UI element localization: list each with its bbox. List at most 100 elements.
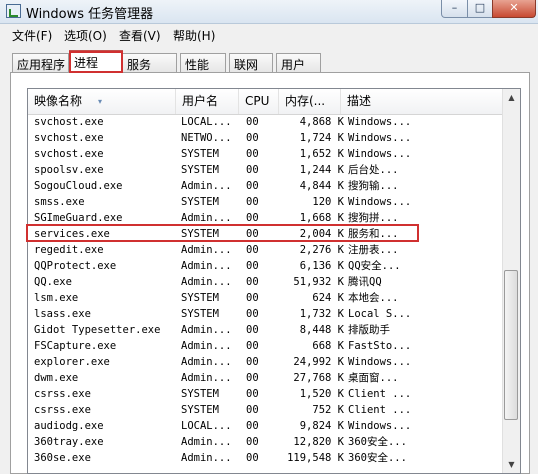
title-bar[interactable]: Windows 任务管理器 – □ ✕	[0, 0, 538, 24]
cell-user-name: Admin...	[181, 356, 232, 368]
cell-memory: 1,732 K	[299, 308, 344, 320]
table-row[interactable]: csrss.exe SYSTEM 00 752 K Client ...	[28, 402, 503, 418]
table-row[interactable]: FSCapture.exe Admin... 00 668 K FastSto...	[28, 338, 503, 354]
column-memory[interactable]: 内存(...	[279, 89, 341, 114]
vertical-scrollbar[interactable]: ▲ ▼	[502, 89, 520, 473]
table-row[interactable]: svchost.exe NETWO... 00 1,724 K Windows...	[28, 130, 503, 146]
cell-cpu: 00	[246, 196, 259, 208]
cell-description: Windows...	[348, 420, 412, 432]
cell-image-name: svchost.exe	[34, 132, 104, 144]
column-user-name[interactable]: 用户名	[176, 89, 239, 114]
cell-cpu: 00	[246, 356, 259, 368]
cell-image-name: 360tray.exe	[34, 436, 104, 448]
cell-memory: 27,768 K	[293, 372, 344, 384]
cell-image-name: 360se.exe	[34, 452, 91, 464]
active-tab-highlight	[69, 51, 123, 73]
window-title: Windows 任务管理器	[26, 7, 154, 22]
cell-image-name: SogouCloud.exe	[34, 180, 123, 192]
table-row[interactable]: smss.exe SYSTEM 00 120 K Windows...	[28, 194, 503, 210]
column-image-name[interactable]: 映像名称 ▾	[28, 89, 176, 114]
process-rows: svchost.exe LOCAL... 00 4,868 K Windows... sv…	[28, 114, 503, 466]
minimize-button[interactable]: –	[441, 0, 468, 18]
tab-applications[interactable]: 应用程序	[12, 53, 69, 72]
table-row[interactable]: lsass.exe SYSTEM 00 1,732 K Local S...	[28, 306, 503, 322]
menu-view[interactable]: 查看(V)	[119, 27, 161, 44]
cell-cpu: 00	[246, 260, 259, 272]
cell-description: Windows...	[348, 132, 412, 144]
menu-help[interactable]: 帮助(H)	[173, 27, 215, 44]
table-row[interactable]: QQ.exe Admin... 00 51,932 K 腾讯QQ	[28, 274, 503, 290]
table-row[interactable]: SogouCloud.exe Admin... 00 4,844 K 搜狗输...	[28, 178, 503, 194]
cell-user-name: Admin...	[181, 436, 232, 448]
cell-memory: 668 K	[312, 340, 344, 352]
cell-description: 排版助手	[348, 324, 390, 336]
table-row[interactable]: svchost.exe LOCAL... 00 4,868 K Windows...	[28, 114, 503, 130]
selected-row-highlight	[26, 224, 419, 242]
cell-user-name: SYSTEM	[181, 164, 219, 176]
cell-cpu: 00	[246, 292, 259, 304]
cell-user-name: Admin...	[181, 276, 232, 288]
table-row[interactable]: regedit.exe Admin... 00 2,276 K 注册表...	[28, 242, 503, 258]
cell-image-name: lsm.exe	[34, 292, 79, 304]
cell-memory: 9,824 K	[299, 420, 344, 432]
cell-image-name: regedit.exe	[34, 244, 104, 256]
table-row[interactable]: spoolsv.exe SYSTEM 00 1,244 K 后台处...	[28, 162, 503, 178]
cell-image-name: explorer.exe	[34, 356, 110, 368]
cell-image-name: csrss.exe	[34, 388, 91, 400]
close-button[interactable]: ✕	[492, 0, 536, 18]
cell-cpu: 00	[246, 340, 259, 352]
cell-description: 360安全...	[348, 436, 407, 448]
table-row[interactable]: audiodg.exe LOCAL... 00 9,824 K Windows...	[28, 418, 503, 434]
tab-performance[interactable]: 性能	[180, 53, 226, 72]
scroll-thumb[interactable]	[504, 270, 518, 420]
cell-description: FastSto...	[348, 340, 412, 352]
menu-file[interactable]: 文件(F)	[12, 27, 52, 44]
column-cpu[interactable]: CPU	[239, 89, 279, 114]
cell-memory: 4,868 K	[299, 116, 344, 128]
cell-cpu: 00	[246, 388, 259, 400]
cell-cpu: 00	[246, 180, 259, 192]
table-row[interactable]: svchost.exe SYSTEM 00 1,652 K Windows...	[28, 146, 503, 162]
table-row[interactable]: 360se.exe Admin... 00 119,548 K 360安全...	[28, 450, 503, 466]
column-header: 映像名称 ▾ 用户名 CPU 内存(... 描述	[28, 89, 503, 115]
tab-services[interactable]: 服务	[122, 53, 177, 72]
cell-memory: 51,932 K	[293, 276, 344, 288]
table-row[interactable]: lsm.exe SYSTEM 00 624 K 本地会...	[28, 290, 503, 306]
scroll-down-arrow-icon[interactable]: ▼	[503, 456, 520, 473]
cell-memory: 119,548 K	[287, 452, 344, 464]
cell-user-name: SYSTEM	[181, 308, 219, 320]
cell-description: 注册表...	[348, 244, 399, 256]
menu-bar: 文件(F) 选项(O) 查看(V) 帮助(H)	[0, 24, 538, 44]
cell-memory: 8,448 K	[299, 324, 344, 336]
tab-users[interactable]: 用户	[276, 53, 321, 72]
cell-image-name: csrss.exe	[34, 404, 91, 416]
cell-cpu: 00	[246, 436, 259, 448]
cell-user-name: Admin...	[181, 260, 232, 272]
maximize-button[interactable]: □	[467, 0, 493, 18]
scroll-up-arrow-icon[interactable]: ▲	[503, 89, 520, 106]
cell-image-name: dwm.exe	[34, 372, 79, 384]
cell-user-name: Admin...	[181, 372, 232, 384]
cell-description: Client ...	[348, 404, 412, 416]
cell-memory: 1,652 K	[299, 148, 344, 160]
menu-options[interactable]: 选项(O)	[64, 27, 107, 44]
cell-cpu: 00	[246, 420, 259, 432]
cell-description: Windows...	[348, 116, 412, 128]
cell-memory: 12,820 K	[293, 436, 344, 448]
cell-cpu: 00	[246, 116, 259, 128]
cell-user-name: Admin...	[181, 324, 232, 336]
table-row[interactable]: Gidot Typesetter.exe Admin... 00 8,448 K 排版助…	[28, 322, 503, 338]
process-list[interactable]: 映像名称 ▾ 用户名 CPU 内存(... 描述 svchost.exe LOCA…	[27, 88, 521, 474]
table-row[interactable]: dwm.exe Admin... 00 27,768 K 桌面窗...	[28, 370, 503, 386]
table-row[interactable]: QQProtect.exe Admin... 00 6,136 K QQ安全...	[28, 258, 503, 274]
table-row[interactable]: csrss.exe SYSTEM 00 1,520 K Client ...	[28, 386, 503, 402]
tab-networking[interactable]: 联网	[229, 53, 273, 72]
table-row[interactable]: 360tray.exe Admin... 00 12,820 K 360安全...	[28, 434, 503, 450]
table-row[interactable]: explorer.exe Admin... 00 24,992 K Windows...	[28, 354, 503, 370]
cell-description: Windows...	[348, 196, 412, 208]
column-description[interactable]: 描述	[341, 89, 503, 114]
cell-user-name: NETWO...	[181, 132, 232, 144]
cell-cpu: 00	[246, 148, 259, 160]
cell-cpu: 00	[246, 404, 259, 416]
cell-description: QQ安全...	[348, 260, 401, 272]
